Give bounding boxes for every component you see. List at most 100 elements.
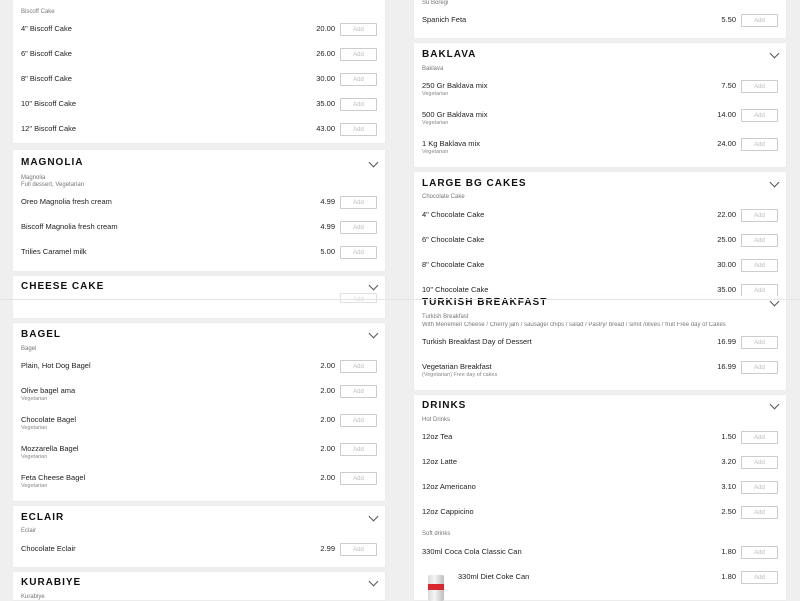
add-button[interactable]: Add <box>741 234 778 247</box>
item-price: 1.80 <box>721 572 736 581</box>
chevron-down-icon[interactable] <box>769 48 780 59</box>
add-button[interactable]: Add <box>340 414 377 427</box>
item-name: Feta Cheese Bagel <box>21 473 86 482</box>
category-card-large-bg-cakes: LARGE BG CAKES Chocolate Cake 4" Chocola… <box>414 172 786 297</box>
item-tag: Vegetarian <box>21 425 48 431</box>
item-price: 2.00 <box>320 386 335 395</box>
item-name: 10" Chocolate Cake <box>422 285 489 294</box>
item-price: 1.50 <box>721 432 736 441</box>
category-subtitle: Magnolia <box>21 175 46 181</box>
category-description: Full dessert, Vegetarian <box>21 182 85 188</box>
item-price: 5.50 <box>721 15 736 24</box>
category-title[interactable]: DRINKS <box>422 400 466 411</box>
item-name: 10" Biscoff Cake <box>21 99 77 108</box>
add-button[interactable]: Add <box>741 571 778 584</box>
add-button[interactable]: Add <box>340 48 377 61</box>
category-card-cheese-cake: CHEESE CAKE Add <box>13 276 385 318</box>
category-title[interactable]: ECLAIR <box>21 512 64 523</box>
category-card-drinks: DRINKS Hot Drinks 12oz Tea 1.50 Add 12oz… <box>414 395 786 601</box>
item-price: 7.50 <box>721 81 736 90</box>
category-card-turkish-breakfast: TURKISH BREAKFAST Turkish Breakfast With… <box>414 296 786 390</box>
item-price: 3.10 <box>721 482 736 491</box>
category-subtitle: Turkish Breakfast <box>422 314 469 320</box>
add-button[interactable]: Add <box>741 336 778 349</box>
chevron-down-icon[interactable] <box>368 280 379 291</box>
add-button[interactable]: Add <box>741 506 778 519</box>
item-price: 26.00 <box>316 49 335 58</box>
add-button[interactable]: Add <box>340 472 377 485</box>
add-button[interactable]: Add <box>340 385 377 398</box>
add-button[interactable]: Add <box>741 546 778 559</box>
item-name: Chocolate Eclair <box>21 544 76 553</box>
item-price: 30.00 <box>717 260 736 269</box>
add-button[interactable]: Add <box>741 209 778 222</box>
add-button[interactable]: Add <box>741 431 778 444</box>
add-button[interactable]: Add <box>741 138 778 151</box>
category-card-bagel: BAGEL Bagel Plain, Hot Dog Bagel 2.00 Ad… <box>13 323 385 501</box>
item-tag: Vegetarian <box>422 120 449 126</box>
add-button[interactable]: Add <box>340 293 377 303</box>
item-name: 4" Chocolate Cake <box>422 210 485 219</box>
add-button[interactable]: Add <box>340 98 377 111</box>
add-button[interactable]: Add <box>340 360 377 373</box>
chevron-down-icon[interactable] <box>368 157 379 168</box>
item-name: 4" Biscoff Cake <box>21 24 72 33</box>
add-button[interactable]: Add <box>741 14 778 27</box>
add-button[interactable]: Add <box>340 73 377 86</box>
item-price: 1.80 <box>721 547 736 556</box>
item-price: 2.50 <box>721 507 736 516</box>
category-title[interactable]: BAGEL <box>21 329 61 340</box>
category-title[interactable]: LARGE BG CAKES <box>422 178 527 189</box>
item-price: 2.00 <box>320 444 335 453</box>
category-title[interactable]: KURABIYE <box>21 577 81 588</box>
chevron-down-icon[interactable] <box>368 511 379 522</box>
category-subtitle: Kurabiye <box>21 594 45 600</box>
item-name: Trilies Caramel milk <box>21 247 87 256</box>
category-description: With Menemen Cheese / Cherry jam / sausa… <box>422 322 726 328</box>
item-name: 12oz Latte <box>422 457 458 466</box>
item-price: 25.00 <box>717 235 736 244</box>
item-name: Plain, Hot Dog Bagel <box>21 361 91 370</box>
item-name: Spanich Feta <box>422 15 467 24</box>
add-button[interactable]: Add <box>340 221 377 234</box>
chevron-down-icon[interactable] <box>368 328 379 339</box>
add-button[interactable]: Add <box>340 443 377 456</box>
category-title[interactable]: MAGNOLIA <box>21 157 83 168</box>
add-button[interactable]: Add <box>741 456 778 469</box>
item-name: 330ml Diet Coke Can <box>458 572 530 581</box>
item-price: 16.99 <box>717 337 736 346</box>
category-card-magnolia: MAGNOLIA Magnolia Full dessert, Vegetari… <box>13 150 385 271</box>
item-price: 43.00 <box>316 124 335 133</box>
add-button[interactable]: Add <box>741 481 778 494</box>
category-title[interactable]: CHEESE CAKE <box>21 281 104 292</box>
add-button[interactable]: Add <box>340 543 377 556</box>
chevron-down-icon[interactable] <box>769 399 780 410</box>
chevron-down-icon[interactable] <box>368 576 379 587</box>
item-tag: Vegetarian <box>422 149 449 155</box>
category-subtitle: Su Boregi <box>422 0 449 6</box>
add-button[interactable]: Add <box>741 109 778 122</box>
add-button[interactable]: Add <box>340 196 377 209</box>
category-title[interactable]: BAKLAVA <box>422 49 476 60</box>
add-button[interactable]: Add <box>340 23 377 36</box>
add-button[interactable]: Add <box>340 246 377 259</box>
item-name: 12oz Tea <box>422 432 453 441</box>
category-subtitle: Chocolate Cake <box>422 194 465 200</box>
add-button[interactable]: Add <box>741 80 778 93</box>
item-name: Olive bagel ama <box>21 386 76 395</box>
add-button[interactable]: Add <box>741 259 778 272</box>
item-name: 12" Biscoff Cake <box>21 124 77 133</box>
add-button[interactable]: Add <box>340 123 377 136</box>
chevron-down-icon[interactable] <box>769 177 780 188</box>
category-card-su-boregi: Su Boregi Spanich Feta 5.50 Add <box>414 0 786 38</box>
item-price: 5.00 <box>320 247 335 256</box>
item-tag: Vegetarian <box>422 91 449 97</box>
category-card-biscoff: Biscoff Cake 4" Biscoff Cake 20.00 Add 6… <box>13 0 385 143</box>
add-button[interactable]: Add <box>741 361 778 374</box>
item-tag: Vegetarian <box>21 483 48 489</box>
item-name: Turkish Breakfast Day of Dessert <box>422 337 532 346</box>
item-name: 250 Gr Baklava mix <box>422 81 488 90</box>
category-subtitle: Bagel <box>21 346 37 352</box>
item-name: 1 Kg Baklava mix <box>422 139 480 148</box>
item-price: 24.00 <box>717 139 736 148</box>
